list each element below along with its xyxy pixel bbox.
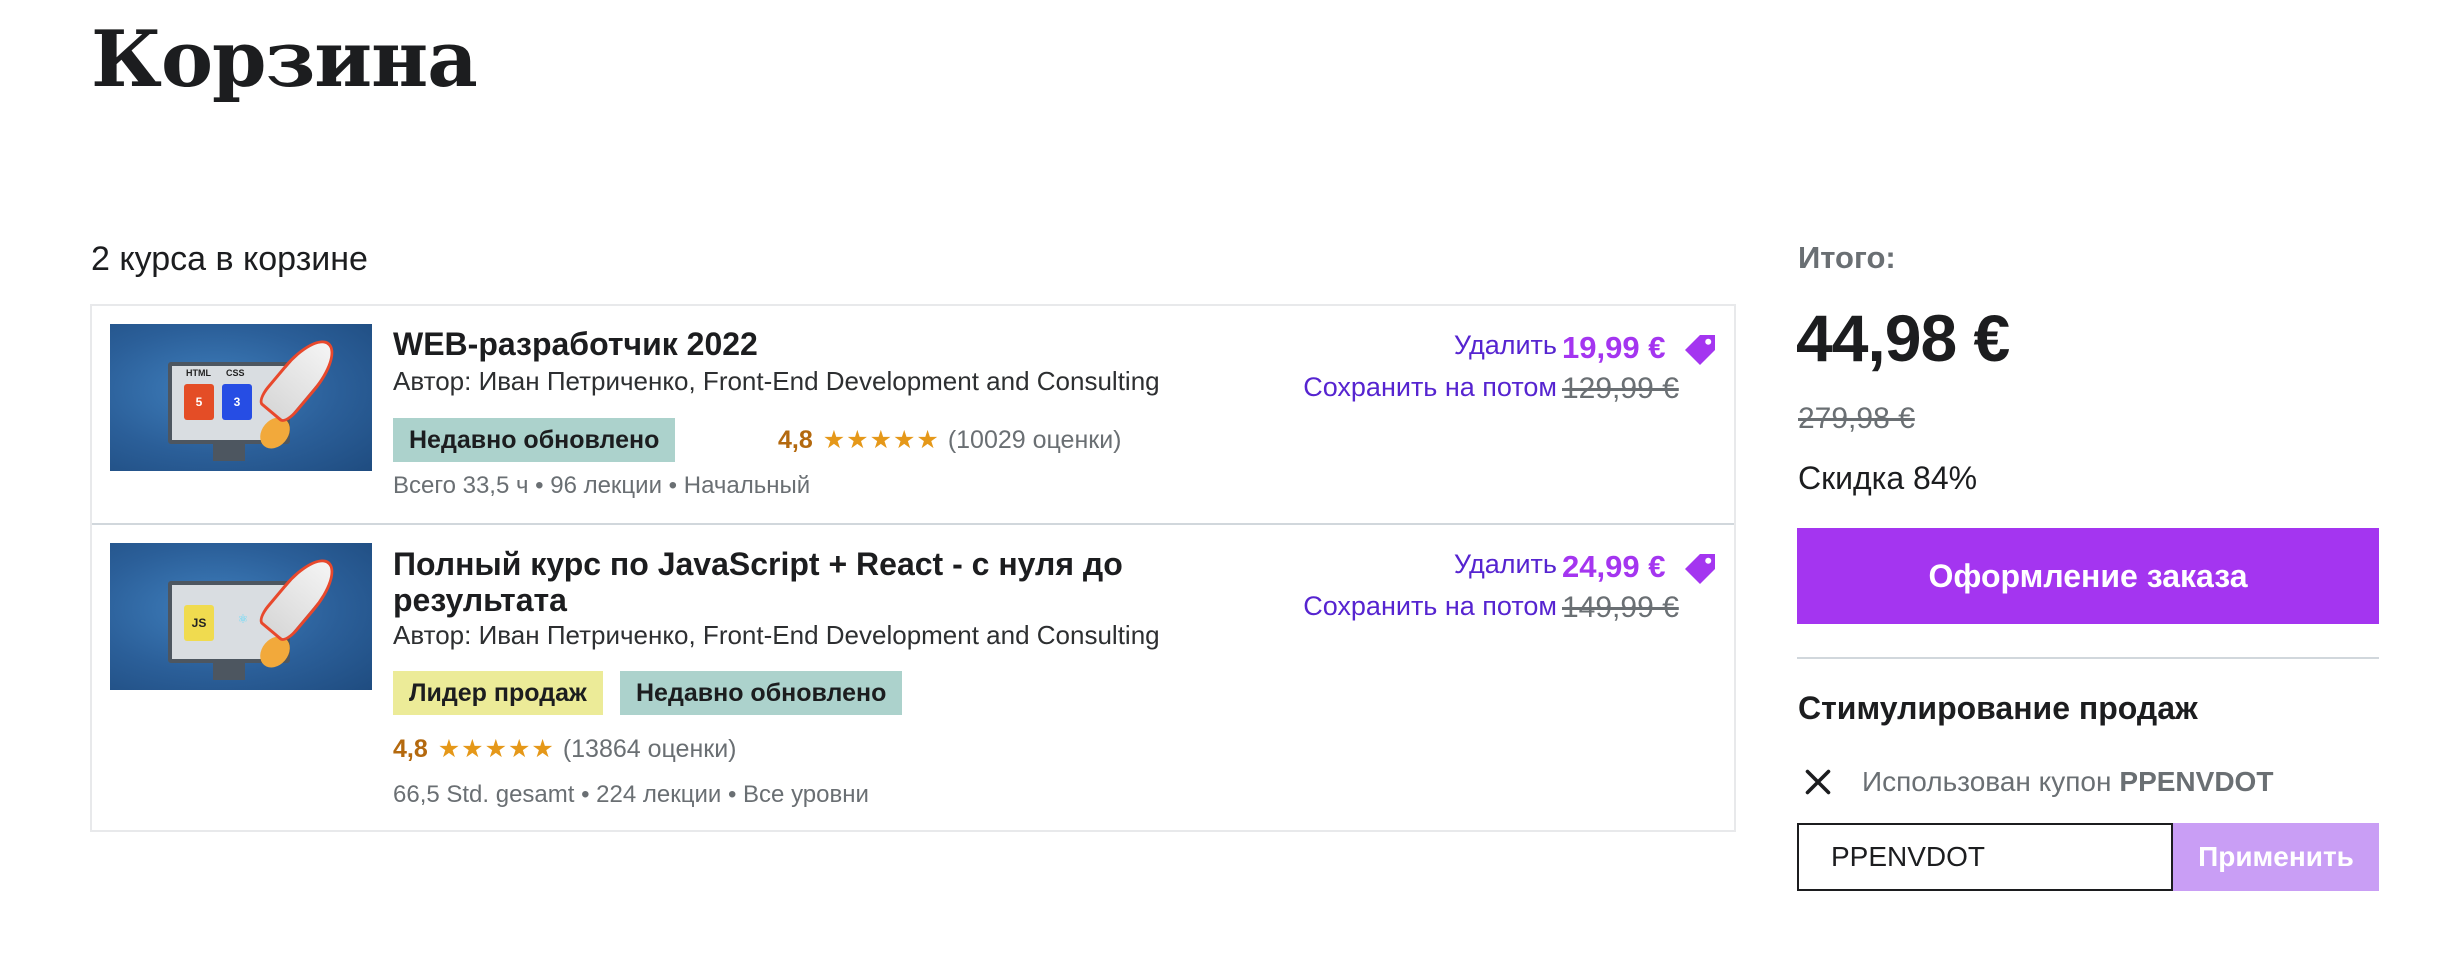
current-price: 19,99 € (1562, 330, 1666, 365)
badge-bestseller: Лидер продаж (393, 671, 603, 715)
cart-item: HTML CSS 5 3 WEB-разработчик 2022 Автор:… (92, 306, 1734, 523)
rating-score: 4,8 (778, 425, 813, 454)
page-title: Корзина (91, 14, 478, 105)
total-price: 44,98 € (1796, 301, 2010, 375)
coupon-input[interactable] (1797, 823, 2173, 891)
applied-coupon: Использован купон PPENVDOT (1800, 762, 2273, 802)
rating-score: 4,8 (393, 734, 428, 763)
course-author: Автор: Иван Петриченко, Front-End Develo… (393, 366, 1160, 396)
applied-coupon-text: Использован купон (1862, 766, 2112, 797)
total-label: Итого: (1798, 240, 1896, 275)
react-icon: ⚛ (237, 612, 249, 626)
course-title[interactable]: Полный курс по JavaScript + React - с ну… (393, 546, 1153, 618)
javascript-icon: JS (184, 605, 214, 641)
cart-count: 2 курса в корзине (91, 240, 368, 278)
cart-item: JS ⚛ Полный курс по JavaScript + React -… (92, 523, 1734, 830)
course-thumbnail[interactable]: JS ⚛ (110, 543, 372, 690)
item-actions: Удалить Сохранить на потом (1197, 324, 1557, 408)
course-meta: Всего 33,5 ч • 96 лекции • Начальный (393, 472, 811, 499)
promo-title: Стимулирование продаж (1798, 690, 2198, 726)
thumb-label: CSS (226, 368, 245, 378)
course-title[interactable]: WEB-разработчик 2022 (393, 326, 1153, 362)
applied-coupon-code: PPENVDOT (2119, 766, 2274, 797)
old-price: 149,99 € (1562, 591, 1679, 624)
html5-icon: 5 (184, 384, 214, 420)
remove-button[interactable]: Удалить (1197, 324, 1557, 366)
current-price: 24,99 € (1562, 549, 1666, 584)
rating-count: (13864 оценки) (562, 734, 737, 763)
cart-list: HTML CSS 5 3 WEB-разработчик 2022 Автор:… (90, 304, 1736, 832)
thumb-label: HTML (186, 368, 211, 378)
checkout-button[interactable]: Оформление заказа (1797, 528, 2379, 624)
save-for-later-button[interactable]: Сохранить на потом (1197, 366, 1557, 408)
css3-icon: 3 (222, 384, 252, 420)
rating-count: (10029 оценки) (947, 425, 1122, 454)
badge-recently-updated: Недавно обновлено (620, 671, 903, 715)
course-thumbnail[interactable]: HTML CSS 5 3 (110, 324, 372, 471)
course-author: Автор: Иван Петриченко, Front-End Develo… (393, 620, 1160, 650)
course-rating: 4,8 ★★★★★ (13864 оценки) (393, 734, 737, 764)
course-meta: 66,5 Std. gesamt • 224 лекции • Все уров… (393, 781, 869, 808)
price-tag-icon (1685, 335, 1715, 365)
price-tag-icon (1685, 554, 1715, 584)
course-rating: 4,8 ★★★★★ (10029 оценки) (778, 425, 1122, 455)
item-actions: Удалить Сохранить на потом (1197, 543, 1557, 627)
remove-button[interactable]: Удалить (1197, 543, 1557, 585)
apply-coupon-button[interactable]: Применить (2173, 823, 2379, 891)
discount-text: Скидка 84% (1798, 460, 1978, 496)
star-icon: ★★★★★ (822, 426, 940, 454)
badge-recently-updated: Недавно обновлено (393, 418, 676, 462)
total-old-price: 279,98 € (1798, 402, 1915, 435)
old-price: 129,99 € (1562, 372, 1679, 405)
close-icon[interactable] (1800, 764, 1836, 800)
star-icon: ★★★★★ (437, 735, 555, 763)
divider (1797, 657, 2379, 659)
save-for-later-button[interactable]: Сохранить на потом (1197, 585, 1557, 627)
